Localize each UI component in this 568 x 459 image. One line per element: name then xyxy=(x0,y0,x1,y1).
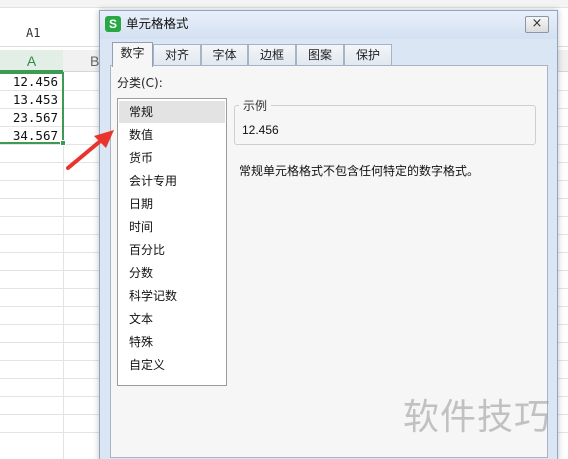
category-item-text[interactable]: 文本 xyxy=(119,308,225,330)
dialog-title: 单元格格式 xyxy=(126,16,189,31)
tab-border[interactable]: 边框 xyxy=(248,44,296,66)
category-item-scientific[interactable]: 科学记数 xyxy=(119,285,225,307)
name-box[interactable]: A1 xyxy=(0,20,95,46)
tab-alignment[interactable]: 对齐 xyxy=(153,44,201,66)
tab-protection[interactable]: 保护 xyxy=(344,44,392,66)
category-list[interactable]: 常规 数值 货币 会计专用 日期 时间 百分比 分数 科学记数 文本 特殊 自定… xyxy=(117,98,227,386)
category-item-date[interactable]: 日期 xyxy=(119,193,225,215)
wps-app-icon: S xyxy=(105,16,121,32)
sample-group xyxy=(234,105,536,145)
category-item-general[interactable]: 常规 xyxy=(119,101,225,123)
format-description: 常规单元格格式不包含任何特定的数字格式。 xyxy=(239,164,480,178)
column-header-a[interactable]: A xyxy=(0,50,63,72)
red-arrow-icon xyxy=(66,130,114,170)
category-item-custom[interactable]: 自定义 xyxy=(119,354,225,376)
category-item-time[interactable]: 时间 xyxy=(119,216,225,238)
tab-pattern[interactable]: 图案 xyxy=(296,44,344,66)
tab-number[interactable]: 数字 xyxy=(112,42,153,67)
category-item-percentage[interactable]: 百分比 xyxy=(119,239,225,261)
category-item-fraction[interactable]: 分数 xyxy=(119,262,225,284)
category-item-number[interactable]: 数值 xyxy=(119,124,225,146)
watermark: 软件技巧 xyxy=(403,397,552,438)
screen: A1 A B 12.456 13.453 23.567 34.567 S 单元格… xyxy=(0,0,568,459)
sample-label: 示例 xyxy=(239,97,272,114)
ribbon-edge xyxy=(0,0,568,8)
selection-range xyxy=(0,72,64,144)
category-item-accounting[interactable]: 会计专用 xyxy=(119,170,225,192)
close-button[interactable]: × xyxy=(525,16,549,33)
dialog-titlebar[interactable]: S 单元格格式 × xyxy=(100,11,557,39)
category-item-currency[interactable]: 货币 xyxy=(119,147,225,169)
tab-font[interactable]: 字体 xyxy=(201,44,248,66)
category-label: 分类(C): xyxy=(117,76,163,90)
category-item-special[interactable]: 特殊 xyxy=(119,331,225,353)
sample-value: 12.456 xyxy=(242,123,279,137)
